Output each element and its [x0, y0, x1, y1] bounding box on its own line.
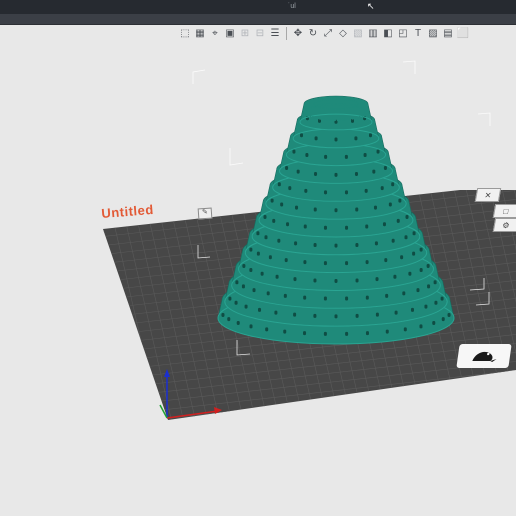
printer-brand-logo [456, 344, 512, 368]
brand-bird-icon [472, 351, 497, 362]
close-plate-icon[interactable]: ✕ [474, 188, 502, 202]
lock-plate-icon[interactable]: □ [492, 204, 516, 218]
plate-settings-icon[interactable]: ⚙ [492, 218, 516, 232]
3d-viewport[interactable] [0, 0, 516, 516]
edit-icon[interactable]: ✎ [197, 207, 213, 220]
